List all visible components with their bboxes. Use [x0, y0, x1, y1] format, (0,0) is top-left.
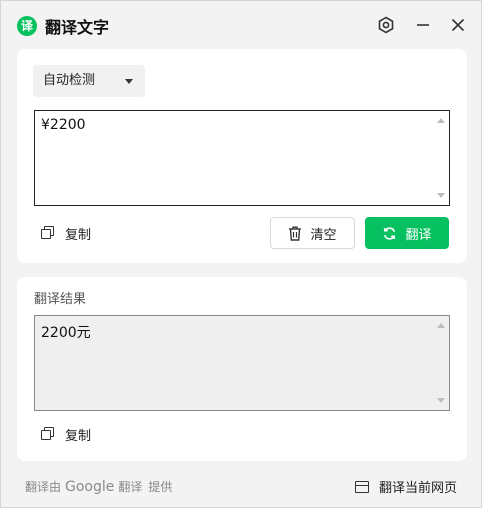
source-language-label: 自动检测 [43, 73, 96, 88]
source-text-input[interactable]: ¥2200 [34, 110, 450, 206]
copy-icon [41, 226, 55, 240]
settings-icon [378, 16, 394, 34]
source-text: ¥2200 [41, 117, 86, 133]
minimize-icon [417, 24, 429, 26]
result-text: 2200元 [41, 325, 91, 341]
google-logo: Google [65, 478, 115, 495]
settings-button[interactable] [374, 13, 398, 37]
translate-page-label: 翻译当前网页 [378, 481, 457, 496]
translate-label: 翻译 [405, 227, 432, 243]
source-scrollbar[interactable] [433, 111, 449, 205]
result-copy-label: 复制 [65, 428, 92, 444]
result-copy-button[interactable]: 复制 [41, 424, 91, 444]
translate-page-button[interactable]: 翻译当前网页 [354, 477, 457, 496]
scroll-down-icon[interactable] [437, 193, 445, 198]
trash-icon [288, 226, 302, 241]
result-scrollbar[interactable] [433, 316, 449, 410]
source-copy-label: 复制 [65, 227, 92, 243]
result-card: 翻译结果 2200元 复制 [17, 277, 467, 461]
title-bar: 译 翻译文字 [1, 1, 481, 49]
source-card: 自动检测 ¥2200 复制 清空 翻译 [17, 49, 467, 263]
refresh-icon [382, 226, 397, 241]
clear-label: 清空 [310, 227, 337, 243]
scroll-down-icon[interactable] [437, 398, 445, 403]
source-copy-button[interactable]: 复制 [41, 223, 91, 243]
clear-button[interactable]: 清空 [270, 217, 355, 249]
caret-down-icon [125, 79, 133, 84]
scroll-up-icon[interactable] [437, 118, 445, 123]
translate-logo-icon: 译 [17, 16, 37, 36]
webpage-icon [354, 480, 369, 493]
minimize-button[interactable] [411, 13, 435, 37]
attribution-suffix: 提供 [148, 480, 173, 494]
result-text-area[interactable]: 2200元 [34, 315, 450, 411]
source-language-select[interactable]: 自动检测 [33, 65, 145, 97]
result-heading: 翻译结果 [34, 292, 87, 307]
translate-window: 译 翻译文字 自动检测 ¥2200 复制 清空 翻译 翻译结果 2200元 复制… [0, 0, 482, 508]
attribution-brand-suffix: 翻译 [118, 480, 143, 494]
attribution-prefix: 翻译由 [25, 480, 62, 494]
window-title: 翻译文字 [45, 18, 110, 37]
copy-icon [41, 427, 55, 441]
attribution: 翻译由 Google 翻译 提供 [25, 478, 172, 495]
close-icon [451, 18, 465, 32]
scroll-up-icon[interactable] [437, 323, 445, 328]
translate-button[interactable]: 翻译 [365, 217, 449, 249]
close-button[interactable] [446, 13, 470, 37]
